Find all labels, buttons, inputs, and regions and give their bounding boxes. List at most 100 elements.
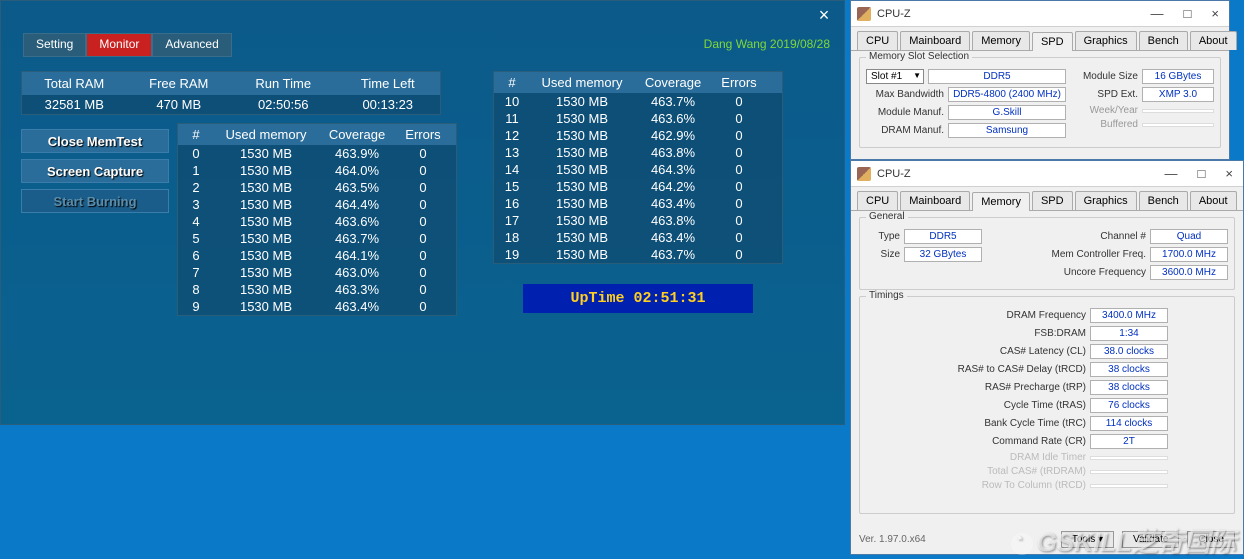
timing-row: Total CAS# (tRDRAM) [926, 466, 1228, 477]
chan-value: Quad [1150, 229, 1228, 244]
tab-mainboard[interactable]: Mainboard [900, 31, 970, 50]
week-label: Week/Year [1074, 105, 1138, 116]
timing-row: Bank Cycle Time (tRC) 114 clocks [926, 416, 1228, 431]
tab-advanced[interactable]: Advanced [152, 33, 231, 57]
timing-row: CAS# Latency (CL)38.0 clocks [926, 344, 1228, 359]
table-row: 101530 MB463.7%0 [494, 93, 782, 110]
tab-spd[interactable]: SPD [1032, 191, 1073, 210]
size-value: 32 GBytes [904, 247, 982, 262]
tab-graphics[interactable]: Graphics [1075, 191, 1137, 210]
general-group: General TypeDDR5 Size32 GBytes Channel #… [859, 217, 1235, 290]
group-title: General [866, 211, 908, 222]
cpuz-window-memory: CPU-Z — □ × CPUMainboardMemorySPDGraphic… [850, 160, 1244, 555]
tab-bench[interactable]: Bench [1139, 191, 1188, 210]
tab-about[interactable]: About [1190, 191, 1237, 210]
tab-monitor[interactable]: Monitor [86, 33, 152, 57]
tab-mainboard[interactable]: Mainboard [900, 191, 970, 210]
col-mem: Used memory [530, 75, 634, 90]
threads-table-b: # Used memory Coverage Errors 101530 MB4… [493, 71, 783, 264]
tab-bench[interactable]: Bench [1139, 31, 1188, 50]
max-bw-value: DDR5-4800 (2400 MHz) [948, 87, 1066, 102]
col-err: Errors [396, 127, 450, 142]
timing-row: Command Rate (CR) 2T [926, 434, 1228, 449]
timing-label: Cycle Time (tRAS) [926, 400, 1086, 411]
weibo-icon [1011, 533, 1033, 555]
timing-label: DRAM Frequency [926, 310, 1086, 321]
cpuz-icon [857, 167, 871, 181]
timing-row: Cycle Time (tRAS) 76 clocks [926, 398, 1228, 413]
maximize-icon[interactable]: □ [1194, 166, 1210, 181]
timing-value: 76 clocks [1090, 398, 1168, 413]
timing-row: DRAM Idle Timer [926, 452, 1228, 463]
chan-label: Channel # [1020, 231, 1146, 242]
tab-cpu[interactable]: CPU [857, 191, 898, 210]
mod-size-value: 16 GBytes [1142, 69, 1214, 84]
tab-memory[interactable]: Memory [972, 192, 1030, 211]
timing-label: Bank Cycle Time (tRC) [926, 418, 1086, 429]
dram-manuf-label: DRAM Manuf. [866, 125, 944, 136]
close-icon[interactable]: × [812, 5, 836, 25]
timing-value [1090, 456, 1168, 460]
table-row: 81530 MB463.3%0 [178, 281, 456, 298]
titlebar[interactable]: CPU-Z — □ × [851, 1, 1229, 27]
close-icon[interactable]: × [1207, 6, 1223, 21]
timing-row: RAS# to CAS# Delay (tRCD)38 clocks [926, 362, 1228, 377]
group-title: Timings [866, 290, 907, 301]
screen-capture-button[interactable]: Screen Capture [21, 159, 169, 183]
tab-setting[interactable]: Setting [23, 33, 86, 57]
mcf-label: Mem Controller Freq. [1020, 249, 1146, 260]
close-memtest-button[interactable]: Close MemTest [21, 129, 169, 153]
timing-label: Command Rate (CR) [926, 436, 1086, 447]
col-cov: Coverage [634, 75, 712, 90]
start-burning-button[interactable]: Start Burning [21, 189, 169, 213]
table-row: 191530 MB463.7%0 [494, 246, 782, 263]
slot-select[interactable]: Slot #1 [866, 69, 924, 84]
spd-ext-label: SPD Ext. [1074, 89, 1138, 100]
max-bw-label: Max Bandwidth [866, 89, 944, 100]
table-row: 41530 MB463.6%0 [178, 213, 456, 230]
spd-ext-value: XMP 3.0 [1142, 87, 1214, 102]
timing-value: 2T [1090, 434, 1168, 449]
table-row: 01530 MB463.9%0 [178, 145, 456, 162]
val-time-left: 00:13:23 [336, 97, 441, 112]
minimize-icon[interactable]: — [1161, 166, 1182, 181]
val-free-ram: 470 MB [127, 97, 232, 112]
titlebar[interactable]: CPU-Z — □ × [851, 161, 1243, 187]
cpuz-icon [857, 7, 871, 21]
close-icon[interactable]: × [1221, 166, 1237, 181]
table-row: 181530 MB463.4%0 [494, 229, 782, 246]
memory-slot-group: Memory Slot Selection Slot #1DDR5 Max Ba… [859, 57, 1221, 148]
timing-row: DRAM Frequency3400.0 MHz [926, 308, 1228, 323]
table-row: 161530 MB463.4%0 [494, 195, 782, 212]
tab-graphics[interactable]: Graphics [1075, 31, 1137, 50]
timing-label: Total CAS# (tRDRAM) [926, 466, 1086, 477]
val-run-time: 02:50:56 [231, 97, 336, 112]
uptime-display: UpTime 02:51:31 [523, 284, 753, 313]
timing-row: RAS# Precharge (tRP)38 clocks [926, 380, 1228, 395]
mcf-value: 1700.0 MHz [1150, 247, 1228, 262]
minimize-icon[interactable]: — [1147, 6, 1168, 21]
mod-size-label: Module Size [1074, 71, 1138, 82]
tab-memory[interactable]: Memory [972, 31, 1030, 50]
timing-row: Row To Column (tRCD) [926, 480, 1228, 491]
watermark: GSKILL芝奇国际 [1011, 522, 1236, 559]
tab-cpu[interactable]: CPU [857, 31, 898, 50]
table-row: 71530 MB463.0%0 [178, 264, 456, 281]
memtest-window: × Setting Monitor Advanced Dang Wang 201… [0, 0, 845, 425]
tab-spd[interactable]: SPD [1032, 32, 1073, 51]
table-row: 31530 MB464.4%0 [178, 196, 456, 213]
hdr-time-left: Time Left [336, 72, 441, 95]
maximize-icon[interactable]: □ [1180, 6, 1196, 21]
timing-value: 38.0 clocks [1090, 344, 1168, 359]
col-num: # [178, 127, 214, 142]
col-mem: Used memory [214, 127, 318, 142]
mod-manuf-label: Module Manuf. [866, 107, 944, 118]
timing-value: 1:34 [1090, 326, 1168, 341]
timing-label: FSB:DRAM [926, 328, 1086, 339]
dram-manuf-value: Samsung [948, 123, 1066, 138]
tab-about[interactable]: About [1190, 31, 1237, 50]
cpuz-tabs: CPUMainboardMemorySPDGraphicsBenchAbout [851, 27, 1229, 51]
timing-value: 114 clocks [1090, 416, 1168, 431]
title-text: CPU-Z [877, 8, 911, 20]
timing-value [1090, 470, 1168, 474]
